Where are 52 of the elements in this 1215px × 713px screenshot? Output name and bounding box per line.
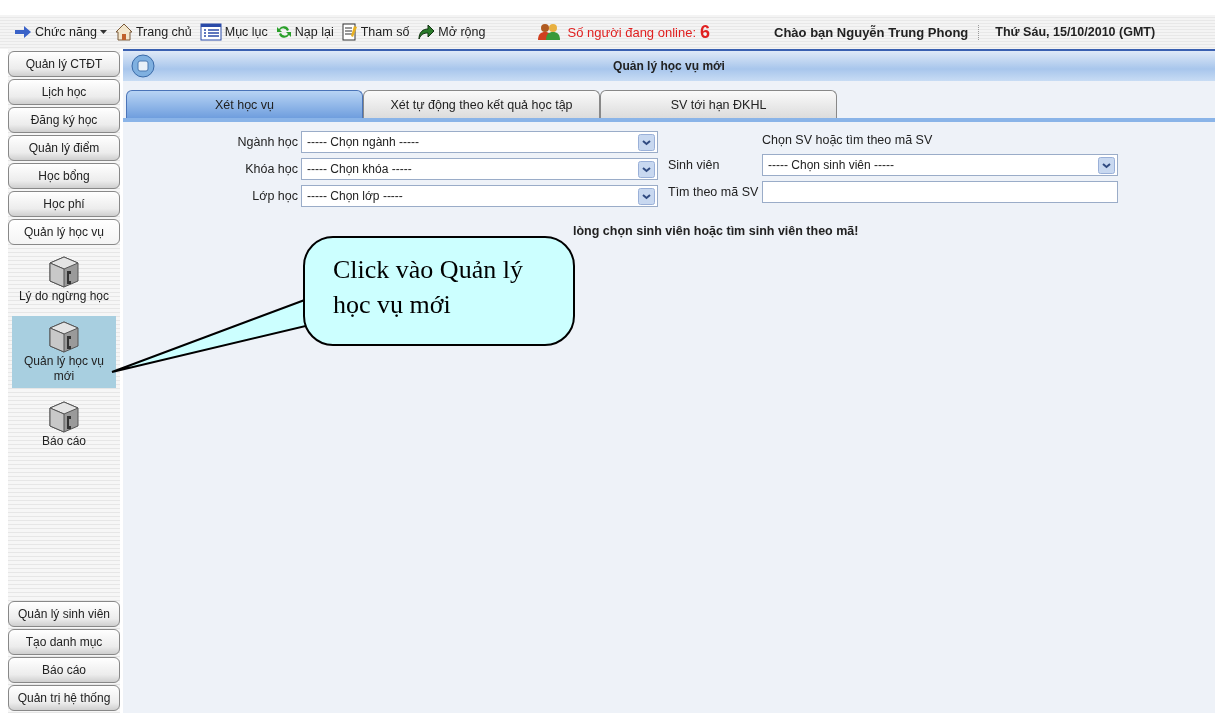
- date-text: Thứ Sáu, 15/10/2010 (GMT): [995, 25, 1156, 39]
- dropdown-field[interactable]: ----- Chọn sinh viên -----: [762, 154, 1118, 176]
- dropdown-field[interactable]: ----- Chọn ngành -----: [301, 131, 658, 153]
- tab[interactable]: Xét học vụ: [126, 90, 363, 118]
- users-icon: [537, 23, 562, 41]
- field-label: Tìm theo mã SV: [668, 185, 760, 199]
- tab[interactable]: SV tới hạn ĐKHL: [600, 90, 837, 118]
- dropdown-field[interactable]: ----- Chọn khóa -----: [301, 158, 658, 180]
- toolbar-button[interactable]: Mở rộng: [413, 24, 490, 40]
- sidebar-section-button[interactable]: Đăng ký học: [8, 107, 120, 133]
- sidebar-section-button[interactable]: Lịch học: [8, 79, 120, 105]
- sidebar-section-button[interactable]: Tạo danh mục: [8, 629, 120, 655]
- sidebar-section-button[interactable]: Báo cáo: [8, 657, 120, 683]
- sidebar-section-button[interactable]: Quản lý sinh viên: [8, 601, 120, 627]
- field-label: Khóa học: [244, 162, 298, 176]
- online-count-label: Số người đang online:: [567, 24, 696, 40]
- house-icon: [114, 23, 133, 41]
- tab[interactable]: Xét tự động theo kết quả học tập: [363, 90, 600, 118]
- sidebar-item[interactable]: Lý do ngừng học: [12, 251, 116, 308]
- toolbar-button[interactable]: Nạp lại: [271, 24, 338, 40]
- sidebar-section-button[interactable]: Quản lý CTĐT: [8, 51, 120, 77]
- sidebar-section-button[interactable]: Quản lý học vụ: [8, 219, 120, 245]
- field-label: Sinh viên: [668, 158, 721, 172]
- refresh-icon: [275, 24, 292, 40]
- box-icon: [47, 255, 81, 289]
- dropdown-field[interactable]: ----- Chọn lớp -----: [301, 185, 658, 207]
- sidebar-item[interactable]: Quản lý học vụ mới: [12, 316, 116, 388]
- field-label: Lớp học: [251, 189, 298, 203]
- forward-arrow-icon: [417, 24, 436, 40]
- sidebar-section-button[interactable]: Học bổng: [8, 163, 120, 189]
- online-count: 6: [700, 21, 711, 43]
- toolbar-button[interactable]: Mục lục: [195, 23, 272, 41]
- toolbar-button[interactable]: Trang chủ: [110, 23, 196, 41]
- toolbar-button[interactable]: Tham số: [337, 23, 414, 41]
- sidebar-section-button[interactable]: Quản lý điểm: [8, 135, 120, 161]
- document-icon: [341, 23, 358, 41]
- box-icon: [47, 400, 81, 434]
- callout: Click vào Quản lý học vụ mới: [303, 236, 575, 346]
- field-label: Ngành học: [236, 135, 298, 149]
- arrow-icon: [14, 25, 32, 39]
- section-heading: Chọn SV hoặc tìm theo mã SV: [762, 132, 934, 149]
- toolbar-button[interactable]: Chức năng: [10, 25, 111, 39]
- list-icon: [199, 23, 222, 41]
- round-icon: [131, 54, 155, 78]
- message-text: lòng chọn sinh viên hoặc tìm sinh viên theo mã!: [573, 224, 859, 238]
- input-field[interactable]: [762, 181, 1118, 203]
- box-icon: [47, 320, 81, 354]
- greeting-text: Chào bạn Nguyễn Trung Phong: [774, 24, 980, 40]
- sidebar-section-button[interactable]: Quản trị hệ thống: [8, 685, 120, 711]
- sidebar-section-button[interactable]: Học phí: [8, 191, 120, 217]
- sidebar-item[interactable]: Báo cáo: [12, 396, 116, 453]
- panel-title: Quản lý học vụ mới: [612, 59, 726, 73]
